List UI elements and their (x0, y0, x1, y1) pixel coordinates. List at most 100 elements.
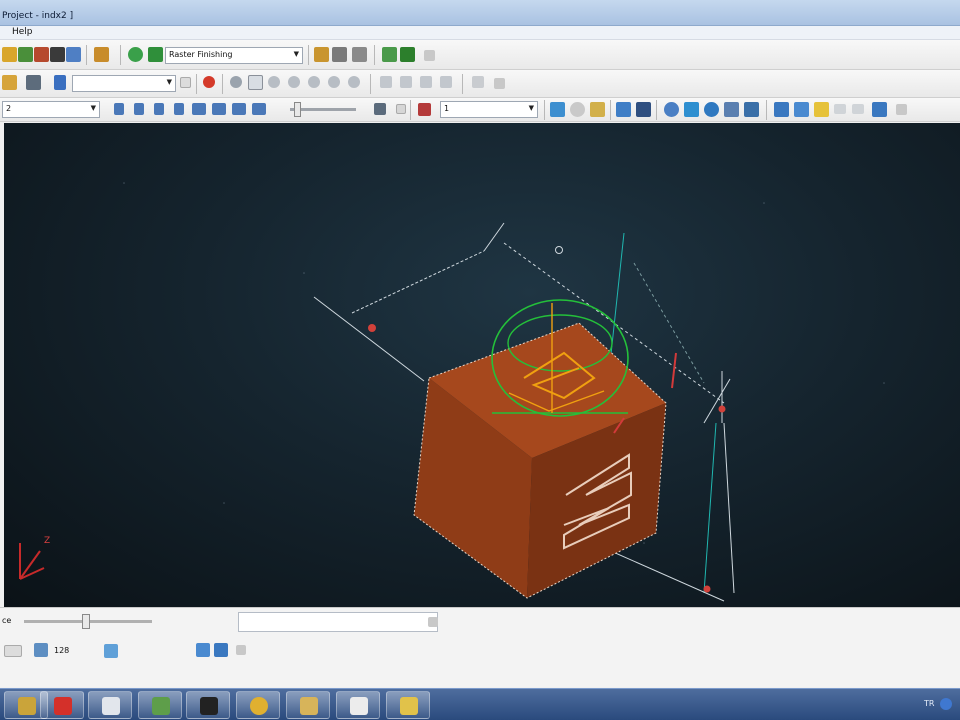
edit-icon[interactable] (724, 102, 739, 117)
dropdown-button-icon[interactable] (180, 77, 191, 88)
menu-help[interactable]: Help (12, 27, 33, 37)
tool-view-icon[interactable] (550, 102, 565, 117)
verify-icon[interactable] (400, 47, 415, 62)
taskbar-button-cad[interactable] (286, 691, 330, 719)
pattern-icon[interactable] (66, 47, 81, 62)
workplane-origin-marker[interactable] (718, 405, 726, 413)
disk-icon[interactable] (636, 102, 651, 117)
redo-icon[interactable] (852, 104, 864, 114)
speed-slider-thumb[interactable] (294, 102, 301, 117)
home-icon[interactable] (2, 75, 17, 90)
boundary-icon[interactable] (50, 47, 65, 62)
workplane-origin-marker[interactable] (555, 246, 563, 254)
view-front-icon[interactable] (328, 76, 340, 88)
dropdown-button-icon[interactable] (396, 104, 406, 114)
strategy-icon[interactable] (128, 47, 143, 62)
axis-z-label: Z (44, 536, 50, 546)
raster-icon[interactable] (148, 47, 163, 62)
crosshair-icon[interactable] (214, 643, 228, 657)
close-icon[interactable] (494, 78, 505, 89)
highlighter-icon[interactable] (814, 102, 829, 117)
step-forward-icon[interactable] (174, 103, 184, 115)
simulation-combo[interactable]: 2 ▼ (2, 101, 100, 118)
levels-icon[interactable] (352, 47, 367, 62)
save-icon[interactable] (616, 102, 631, 117)
lasso-icon[interactable] (664, 102, 679, 117)
taskbar-button-media[interactable] (336, 691, 380, 719)
taskbar-button-chrome[interactable] (236, 691, 280, 719)
zoom-out-icon[interactable] (420, 76, 432, 88)
status-panel: ce 128 (0, 607, 960, 687)
taskbar-button-tool[interactable] (138, 691, 182, 719)
toolpath-icon[interactable] (2, 47, 17, 62)
pan-icon[interactable] (440, 76, 452, 88)
workplane-origin-marker[interactable] (368, 324, 376, 332)
dropdown-button-icon[interactable] (4, 645, 22, 657)
crosshair-icon[interactable] (872, 102, 887, 117)
check-icon[interactable] (104, 644, 118, 658)
view-top-icon[interactable] (308, 76, 320, 88)
machine-icon[interactable] (94, 47, 109, 62)
simulation-toolbar: 2 ▼ 1 ▼ (0, 98, 960, 122)
pause-icon[interactable] (134, 103, 144, 115)
wireframe-icon[interactable] (248, 75, 263, 90)
tool-icon[interactable] (34, 47, 49, 62)
layer-icon[interactable] (472, 76, 484, 88)
measure-icon[interactable] (570, 102, 585, 117)
workplane-origin-marker[interactable] (703, 585, 711, 593)
ruler-icon[interactable] (590, 102, 605, 117)
close-icon[interactable] (896, 104, 907, 115)
taskbar-button-photo[interactable] (186, 691, 230, 719)
pencil-icon[interactable] (196, 643, 210, 657)
workplane-axis-line (603, 547, 725, 602)
go-end-icon[interactable] (252, 103, 266, 115)
ncprogram-icon[interactable] (382, 47, 397, 62)
taskbar-button-app[interactable] (40, 691, 84, 719)
language-indicator[interactable]: TR (924, 699, 934, 708)
block-icon[interactable] (18, 47, 33, 62)
folder-icon (102, 697, 120, 715)
workplane-combo[interactable]: ▼ (72, 75, 176, 92)
progress-slider-thumb[interactable] (82, 614, 90, 629)
close-icon[interactable] (428, 617, 438, 627)
view-icon[interactable] (268, 76, 280, 88)
grid-icon[interactable] (418, 103, 431, 116)
taskbar-button-explorer[interactable] (88, 691, 132, 719)
record-icon[interactable] (203, 76, 215, 88)
close-icon[interactable] (424, 50, 435, 61)
strategy-combo[interactable]: Raster Finishing ▼ (165, 47, 303, 64)
go-start-icon[interactable] (232, 103, 246, 115)
progress-slider[interactable] (24, 614, 152, 629)
info-field[interactable] (238, 612, 438, 632)
network-icon[interactable] (940, 698, 952, 710)
play-icon[interactable] (114, 103, 124, 115)
workplane-axis-line (313, 296, 425, 382)
app-window: Project - indx2 ] Help Raster Finishing … (0, 0, 960, 720)
select-icon[interactable] (774, 102, 789, 117)
undo-icon[interactable] (834, 104, 846, 114)
chrome-icon (250, 697, 268, 715)
workplane-icon[interactable] (54, 75, 66, 90)
feeds-icon[interactable] (314, 47, 329, 62)
graphics-viewport[interactable]: Z (4, 123, 960, 607)
globe-icon[interactable] (704, 102, 719, 117)
eject-icon[interactable] (374, 103, 386, 115)
view-side-icon[interactable] (348, 76, 360, 88)
speed-slider[interactable] (290, 102, 356, 117)
rewind-icon[interactable] (192, 103, 206, 115)
grid-icon[interactable] (26, 75, 41, 90)
link-icon[interactable] (34, 643, 48, 657)
view-iso-icon[interactable] (288, 76, 300, 88)
surface-icon[interactable] (684, 102, 699, 117)
zoom-in-icon[interactable] (400, 76, 412, 88)
step-back-icon[interactable] (154, 103, 164, 115)
shading-icon[interactable] (230, 76, 242, 88)
close-icon[interactable] (236, 645, 246, 655)
pencil-icon[interactable] (794, 102, 809, 117)
taskbar-button-editor[interactable] (386, 691, 430, 719)
zoom-icon[interactable] (380, 76, 392, 88)
quality-combo[interactable]: 1 ▼ (440, 101, 538, 118)
rapid-icon[interactable] (332, 47, 347, 62)
fast-forward-icon[interactable] (212, 103, 226, 115)
shade-icon[interactable] (744, 102, 759, 117)
